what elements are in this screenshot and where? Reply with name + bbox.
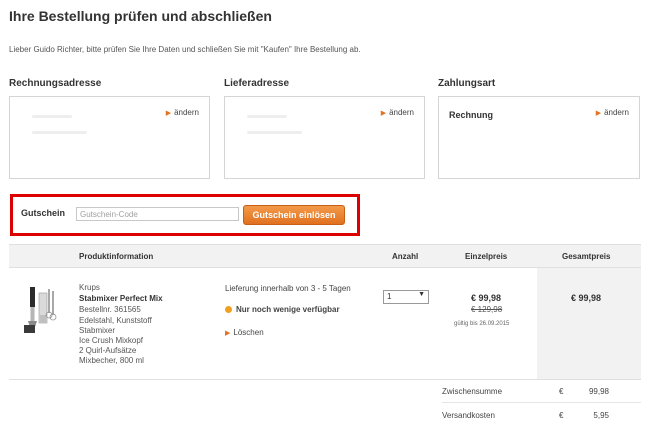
- stock-dot-icon: [225, 306, 232, 313]
- row-divider: [9, 379, 641, 380]
- voucher-code-input[interactable]: [76, 207, 239, 221]
- blurred-text: [247, 131, 302, 134]
- voucher-label: Gutschein: [21, 208, 66, 218]
- payment-change-link[interactable]: ▶ ändern: [596, 108, 629, 117]
- table-header: Produktinformation Anzahl Einzelpreis Ge…: [9, 244, 641, 268]
- summary-divider: [442, 402, 641, 403]
- old-price: € 129,98: [471, 305, 503, 314]
- shipping-address-box: ▶ ändern: [224, 96, 425, 179]
- product-detail: Edelstahl, Kunststoff: [79, 316, 152, 325]
- shipping-change-link[interactable]: ▶ ändern: [381, 108, 414, 117]
- chevron-right-icon: ▶: [225, 330, 231, 337]
- chevron-right-icon: ▶: [595, 110, 602, 117]
- subtotal-value: 99,98: [588, 387, 609, 396]
- total-price: € 99,98: [571, 293, 602, 303]
- quantity-select[interactable]: 1 ▼: [383, 290, 429, 304]
- chevron-right-icon: ▶: [380, 110, 387, 117]
- delete-item-link[interactable]: ▶ Löschen: [225, 328, 264, 337]
- product-detail: Ice Crush Mixkopf: [79, 336, 144, 345]
- billing-change-link[interactable]: ▶ ändern: [166, 108, 199, 117]
- dropdown-arrow-icon: ▼: [418, 291, 425, 298]
- header-total-price: Gesamtpreis: [562, 252, 611, 261]
- product-detail: Stabmixer: [79, 326, 116, 335]
- blurred-text: [247, 115, 287, 118]
- intro-text: Lieber Guido Richter, bitte prüfen Sie I…: [9, 45, 361, 54]
- shipping-cost-value: 5,95: [593, 411, 609, 420]
- payment-method-title: Zahlungsart: [438, 78, 496, 89]
- billing-address-title: Rechnungsadresse: [9, 78, 102, 89]
- redeem-voucher-button[interactable]: Gutschein einlösen: [243, 205, 345, 225]
- chevron-right-icon: ▶: [165, 110, 172, 117]
- product-image: [24, 287, 57, 333]
- billing-address-box: ▶ ändern: [9, 96, 210, 179]
- subtotal-label: Zwischensumme: [442, 387, 503, 396]
- product-detail: Mixbecher, 800 ml: [79, 356, 144, 365]
- shipping-address-title: Lieferadresse: [224, 78, 290, 89]
- payment-method-value: Rechnung: [449, 110, 493, 120]
- header-product: Produktinformation: [79, 252, 154, 261]
- header-unit-price: Einzelpreis: [465, 252, 508, 261]
- price-valid-until: gültig bis 26.09.2015: [454, 321, 510, 327]
- stock-status: Nur noch wenige verfügbar: [225, 305, 340, 314]
- blurred-text: [32, 115, 72, 118]
- voucher-section: Gutschein Gutschein einlösen: [10, 194, 360, 236]
- payment-method-box: Rechnung ▶ ändern: [438, 96, 640, 179]
- shipping-cost-label: Versandkosten: [442, 411, 495, 420]
- delivery-info: Lieferung innerhalb von 3 - 5 Tagen: [225, 284, 351, 293]
- total-price-column: [537, 268, 641, 379]
- product-detail: 2 Quirl-Aufsätze: [79, 346, 137, 355]
- product-brand: Krups: [79, 283, 100, 292]
- page-title: Ihre Bestellung prüfen und abschließen: [9, 8, 272, 24]
- unit-price: € 99,98: [471, 293, 502, 303]
- product-name[interactable]: Stabmixer Perfect Mix: [79, 294, 163, 304]
- product-order-number: Bestellnr. 361565: [79, 305, 141, 314]
- header-quantity: Anzahl: [392, 252, 419, 261]
- blurred-text: [32, 131, 87, 134]
